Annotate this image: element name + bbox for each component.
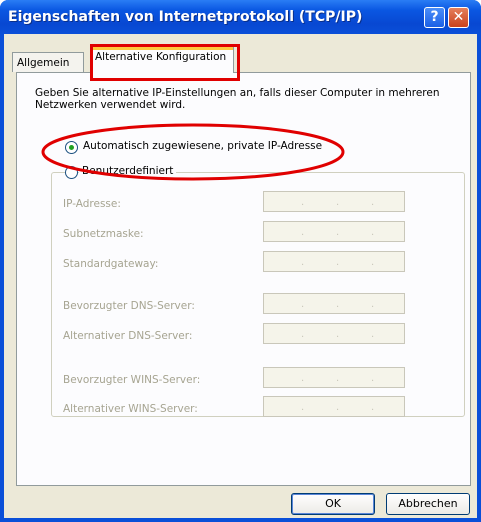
description-text: Geben Sie alternative IP-Einstellungen a…: [35, 87, 440, 111]
ip-address-input[interactable]: ...: [263, 191, 405, 212]
field-label-ip-address: IP-Adresse:: [63, 198, 121, 210]
octet-separator: .: [371, 227, 375, 238]
octet-separator: .: [301, 329, 305, 340]
radio-manual[interactable]: [65, 166, 78, 179]
octet-separator: .: [371, 373, 375, 384]
octet-separator: .: [371, 329, 375, 340]
alternate-dns-input[interactable]: ...: [263, 323, 405, 344]
cancel-button[interactable]: Abbrechen: [386, 493, 470, 515]
close-button[interactable]: ✕: [448, 7, 469, 28]
octet-separator: .: [371, 257, 375, 268]
octet-separator: .: [336, 329, 340, 340]
dialog-window: Eigenschaften von Internetprotokoll (TCP…: [0, 0, 481, 522]
field-label-subnet-mask: Subnetzmaske:: [63, 228, 144, 240]
octet-separator: .: [336, 257, 340, 268]
radio-auto-private-ip[interactable]: [65, 141, 78, 154]
octet-separator: .: [371, 402, 375, 413]
tab-allgemein[interactable]: Allgemein: [12, 52, 84, 72]
help-button[interactable]: ?: [424, 7, 445, 28]
octet-separator: .: [336, 373, 340, 384]
octet-separator: .: [301, 373, 305, 384]
octet-separator: .: [336, 402, 340, 413]
ok-button[interactable]: OK: [291, 493, 375, 515]
octet-separator: .: [336, 197, 340, 208]
octet-separator: .: [371, 197, 375, 208]
octet-separator: .: [371, 299, 375, 310]
field-label-preferred-wins: Bevorzugter WINS-Server:: [63, 374, 201, 386]
preferred-dns-input[interactable]: ...: [263, 293, 405, 314]
window-title: Eigenschaften von Internetprotokoll (TCP…: [8, 9, 363, 25]
subnet-mask-input[interactable]: ...: [263, 221, 405, 242]
tab-panel: Geben Sie alternative IP-Einstellungen a…: [16, 72, 471, 486]
octet-separator: .: [301, 402, 305, 413]
octet-separator: .: [336, 227, 340, 238]
field-label-default-gateway: Standardgateway:: [63, 258, 159, 270]
octet-separator: .: [301, 197, 305, 208]
field-label-preferred-dns: Bevorzugter DNS-Server:: [63, 300, 195, 312]
tab-alternative-konfiguration[interactable]: Alternative Konfiguration: [90, 46, 234, 73]
octet-separator: .: [301, 257, 305, 268]
field-label-alternate-wins: Alternativer WINS-Server:: [63, 403, 198, 415]
alternate-wins-input[interactable]: ...: [263, 396, 405, 417]
octet-separator: .: [336, 299, 340, 310]
octet-separator: .: [301, 227, 305, 238]
radio-auto-private-ip-label[interactable]: Automatisch zugewiesene, private IP-Adre…: [83, 140, 322, 152]
octet-separator: .: [301, 299, 305, 310]
radio-manual-label[interactable]: Benutzerdefiniert: [79, 165, 177, 177]
default-gateway-input[interactable]: ...: [263, 251, 405, 272]
preferred-wins-input[interactable]: ...: [263, 367, 405, 388]
title-bar[interactable]: Eigenschaften von Internetprotokoll (TCP…: [0, 0, 481, 34]
field-label-alternate-dns: Alternativer DNS-Server:: [63, 330, 193, 342]
